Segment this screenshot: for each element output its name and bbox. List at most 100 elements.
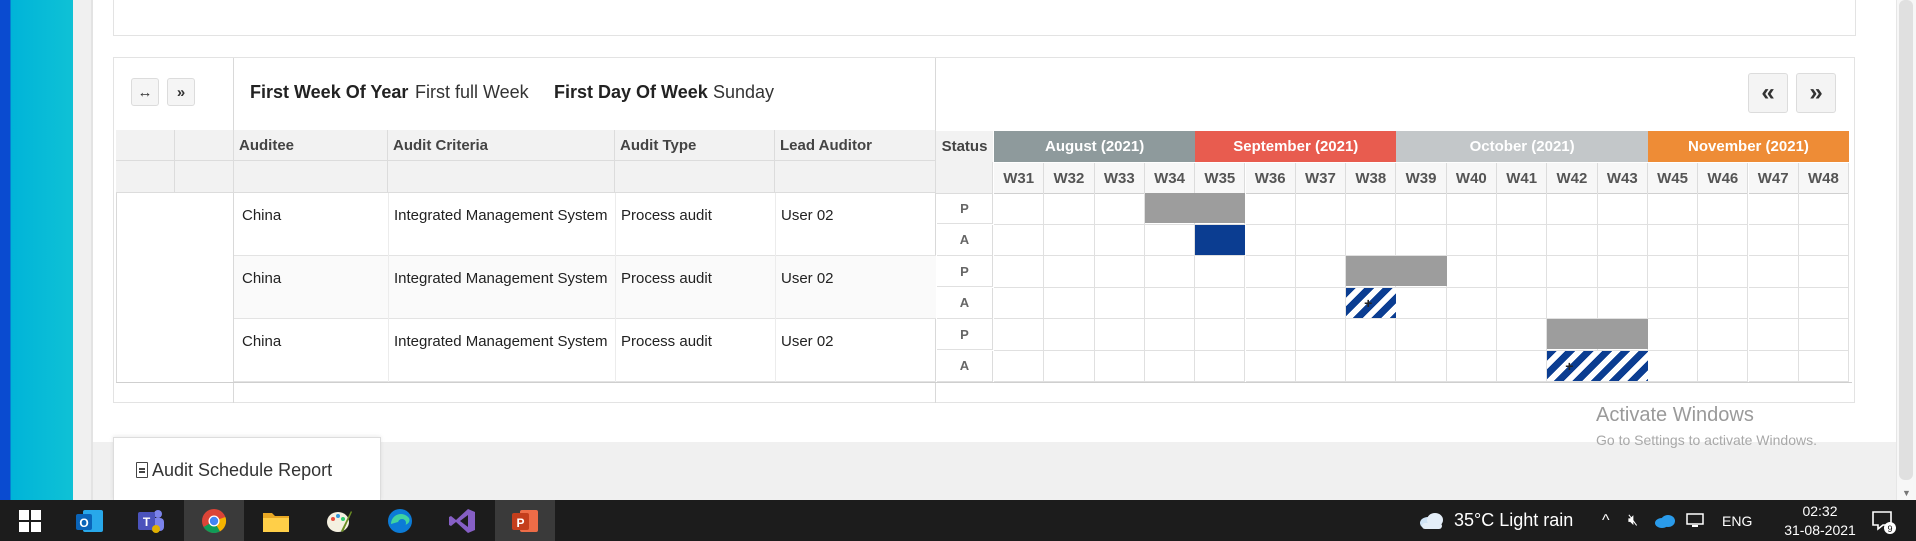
gantt-cell[interactable] (1295, 193, 1347, 225)
gantt-cell[interactable] (1044, 287, 1095, 319)
gantt-cell[interactable] (1144, 256, 1196, 288)
gantt-cell[interactable] (1094, 193, 1145, 225)
gantt-cell[interactable] (1547, 256, 1598, 288)
gantt-cell[interactable] (1396, 193, 1447, 225)
next-columns-button[interactable]: » (167, 78, 195, 106)
auditor-filter[interactable] (775, 161, 936, 193)
gantt-cell[interactable] (1295, 319, 1347, 351)
gantt-cell[interactable] (1195, 256, 1246, 288)
gantt-cell[interactable] (1094, 224, 1145, 256)
gantt-cell[interactable] (1698, 350, 1749, 382)
gantt-cell[interactable] (1547, 224, 1598, 256)
gantt-cell[interactable] (1798, 350, 1850, 382)
gantt-cell[interactable] (1698, 319, 1749, 351)
gantt-cell[interactable] (1346, 224, 1397, 256)
gantt-cell[interactable] (1446, 224, 1497, 256)
gantt-cell[interactable] (1497, 287, 1548, 319)
gantt-cell[interactable] (1647, 350, 1699, 382)
gantt-cell[interactable] (1195, 287, 1246, 319)
visual-studio-icon[interactable] (432, 500, 492, 541)
gantt-cell[interactable] (1396, 350, 1447, 382)
windows-start-icon[interactable] (0, 500, 60, 541)
gantt-cell[interactable] (1144, 287, 1196, 319)
gantt-cell[interactable] (1798, 224, 1850, 256)
audit-schedule-report-link[interactable]: Audit Schedule Report (152, 460, 332, 481)
show-hidden-icons-chevron-icon[interactable]: ^ (1602, 500, 1610, 541)
expand-columns-button[interactable]: ↔ (131, 78, 159, 106)
gantt-cell[interactable] (994, 319, 1045, 351)
gantt-cell[interactable] (1144, 319, 1196, 351)
gantt-cell[interactable] (1446, 319, 1497, 351)
gantt-cell[interactable] (1798, 256, 1850, 288)
gantt-cell[interactable] (1044, 193, 1095, 225)
gantt-cell[interactable] (1497, 319, 1548, 351)
outlook-icon[interactable]: O (60, 500, 120, 541)
gantt-cell[interactable] (994, 193, 1045, 225)
next-period-button[interactable]: » (1796, 73, 1836, 113)
vertical-scrollbar[interactable]: ▼ (1896, 0, 1916, 500)
gantt-cell[interactable] (1295, 287, 1347, 319)
notifications-icon[interactable]: 9 (1870, 500, 1896, 541)
clock[interactable]: 02:32 31-08-2021 (1784, 500, 1856, 541)
planned-bar[interactable] (1547, 319, 1648, 349)
gantt-cell[interactable] (1647, 256, 1699, 288)
gantt-cell[interactable] (1446, 287, 1497, 319)
gantt-cell[interactable] (1094, 350, 1145, 382)
gantt-cell[interactable] (1245, 256, 1296, 288)
scroll-thumb[interactable] (1899, 0, 1913, 480)
gantt-cell[interactable] (1346, 193, 1397, 225)
gantt-cell[interactable] (1044, 256, 1095, 288)
gantt-cell[interactable] (1597, 287, 1648, 319)
gantt-cell[interactable] (1748, 287, 1799, 319)
gantt-cell[interactable] (1597, 256, 1648, 288)
gantt-cell[interactable] (994, 350, 1045, 382)
gantt-cell[interactable] (1748, 350, 1799, 382)
gantt-cell[interactable] (994, 224, 1045, 256)
gantt-cell[interactable] (1497, 224, 1548, 256)
move-handle-icon[interactable]: + (1565, 358, 1573, 374)
gantt-cell[interactable] (1597, 193, 1648, 225)
gantt-cell[interactable] (1698, 287, 1749, 319)
audit-criteria-header[interactable]: Audit Criteria (388, 130, 615, 161)
file-explorer-icon[interactable] (246, 500, 306, 541)
report-popup[interactable]: Audit Schedule Report (113, 437, 381, 500)
input-language[interactable]: ENG (1722, 500, 1752, 541)
gantt-cell[interactable] (1195, 319, 1246, 351)
gantt-cell[interactable] (1597, 224, 1648, 256)
gantt-cell[interactable] (994, 287, 1045, 319)
gantt-cell[interactable] (1748, 193, 1799, 225)
gantt-cell[interactable] (1144, 350, 1196, 382)
gantt-cell[interactable] (1647, 224, 1699, 256)
previous-period-button[interactable]: « (1748, 73, 1788, 113)
gantt-cell[interactable] (1446, 193, 1497, 225)
teams-icon[interactable]: T (121, 500, 181, 541)
gantt-cell[interactable] (1497, 350, 1548, 382)
paint-icon[interactable] (309, 500, 369, 541)
gantt-cell[interactable] (1647, 287, 1699, 319)
gantt-cell[interactable] (994, 256, 1045, 288)
gantt-cell[interactable] (1446, 256, 1497, 288)
edge-icon[interactable] (370, 500, 430, 541)
gantt-cell[interactable] (1295, 350, 1347, 382)
criteria-filter[interactable] (388, 161, 615, 193)
gantt-cell[interactable] (1044, 224, 1095, 256)
auditee-filter[interactable] (234, 161, 388, 193)
first-week-value[interactable]: First full Week (415, 82, 529, 103)
volume-muted-icon[interactable]: 🔇︎ (1628, 500, 1638, 541)
gantt-cell[interactable] (1195, 350, 1246, 382)
gantt-cell[interactable] (1698, 224, 1749, 256)
gantt-cell[interactable] (1497, 193, 1548, 225)
onedrive-icon[interactable] (1654, 500, 1676, 541)
gantt-cell[interactable] (1547, 287, 1598, 319)
gantt-cell[interactable] (1094, 256, 1145, 288)
gantt-cell[interactable] (1044, 350, 1095, 382)
lead-auditor-header[interactable]: Lead Auditor (775, 130, 936, 161)
gantt-cell[interactable] (1094, 319, 1145, 351)
weather-widget[interactable]: 35°C Light rain (1418, 500, 1573, 541)
chrome-icon[interactable] (184, 500, 244, 541)
gantt-cell[interactable] (1647, 193, 1699, 225)
gantt-cell[interactable] (1044, 319, 1095, 351)
gantt-cell[interactable] (1094, 287, 1145, 319)
gantt-cell[interactable] (1547, 193, 1598, 225)
gantt-cell[interactable] (1698, 256, 1749, 288)
